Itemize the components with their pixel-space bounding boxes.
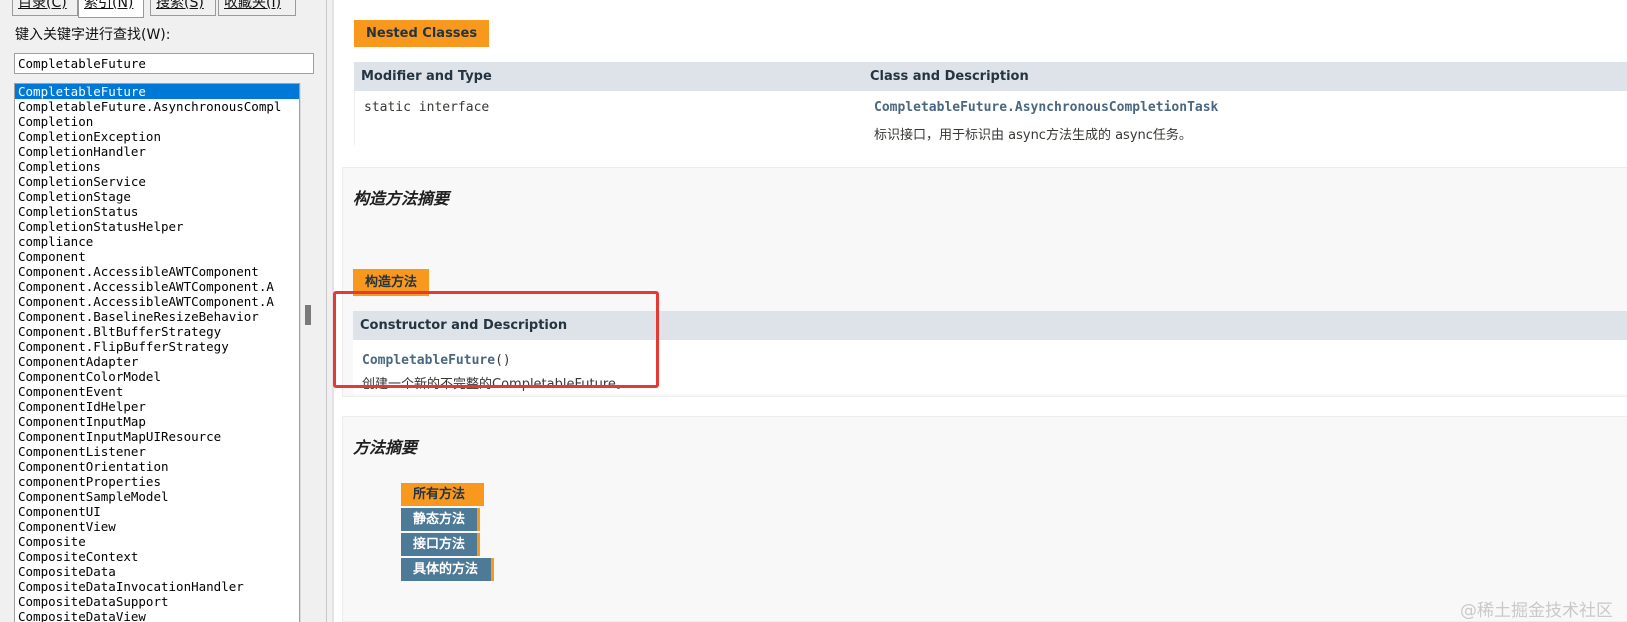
col-constructor-and-description: Constructor and Description — [360, 318, 568, 333]
list-item[interactable]: CompletionStatusHelper — [15, 219, 299, 234]
list-item[interactable]: Component.BaselineResizeBehavior — [15, 309, 299, 324]
list-item[interactable]: Component.AccessibleAWTComponent.A — [15, 294, 299, 309]
tab-contents[interactable]: 目录(C) — [12, 0, 78, 16]
constructor-table-header: Constructor and Description — [353, 311, 1627, 340]
list-item[interactable]: CompletableFuture — [15, 84, 299, 99]
help-tab-strip: 目录(C) 索引(N) 搜索(S) 收藏夹(I) — [0, 0, 300, 18]
list-item[interactable]: ComponentUI — [15, 504, 299, 519]
list-item[interactable]: ComponentEvent — [15, 384, 299, 399]
modifier-cell: static interface — [364, 100, 490, 115]
list-item[interactable]: ComponentInputMap — [15, 414, 299, 429]
list-item[interactable]: ComponentSampleModel — [15, 489, 299, 504]
list-item[interactable]: CompletionStatus — [15, 204, 299, 219]
tab-interface-methods[interactable]: 接口方法 — [401, 533, 480, 556]
list-item[interactable]: ComponentAdapter — [15, 354, 299, 369]
list-item[interactable]: CompletionStage — [15, 189, 299, 204]
list-item[interactable]: CompletableFuture.AsynchronousCompl — [15, 99, 299, 114]
list-item[interactable]: Completion — [15, 114, 299, 129]
constructor-signature: CompletableFuture() — [362, 349, 511, 368]
help-index-pane: 目录(C) 索引(N) 搜索(S) 收藏夹(I) 键入关键字进行查找(W): C… — [0, 0, 326, 622]
table-row: CompletableFuture() 创建一个新的不完整的Completabl… — [353, 340, 1627, 394]
tab-search[interactable]: 搜索(S) — [150, 0, 216, 16]
nested-classes-table-header: Modifier and Type Class and Description — [354, 62, 1627, 91]
list-item[interactable]: CompletionException — [15, 129, 299, 144]
list-item[interactable]: Component.BltBufferStrategy — [15, 324, 299, 339]
list-item[interactable]: Composite — [15, 534, 299, 549]
nested-class-description: 标识接口，用于标识由 async方法生成的 async任务。 — [874, 128, 1192, 143]
index-list[interactable]: CompletableFuture CompletableFuture.Async… — [14, 83, 300, 622]
tab-index[interactable]: 索引(N) — [78, 0, 144, 18]
list-item[interactable]: ComponentInputMapUIResource — [15, 429, 299, 444]
tab-concrete-methods[interactable]: 具体的方法 — [401, 558, 494, 581]
table-row: static interface CompletableFuture.Async… — [354, 91, 1627, 145]
list-item[interactable]: CompositeContext — [15, 549, 299, 564]
list-item[interactable]: ComponentListener — [15, 444, 299, 459]
list-item[interactable]: Component.AccessibleAWTComponent.A — [15, 279, 299, 294]
list-item[interactable]: Component — [15, 249, 299, 264]
index-list-scroll-thumb[interactable] — [305, 305, 311, 325]
list-item[interactable]: ComponentIdHelper — [15, 399, 299, 414]
keyword-input[interactable] — [14, 53, 314, 74]
method-summary-title: 方法摘要 — [353, 438, 418, 457]
nested-class-link[interactable]: CompletableFuture.AsynchronousCompletion… — [874, 100, 1218, 115]
constructor-parens: () — [495, 353, 511, 368]
tab-static-methods[interactable]: 静态方法 — [401, 508, 480, 531]
list-item[interactable]: CompletionHandler — [15, 144, 299, 159]
list-item[interactable]: CompositeDataInvocationHandler — [15, 579, 299, 594]
col-modifier-and-type: Modifier and Type — [361, 69, 492, 84]
constructor-summary-title: 构造方法摘要 — [353, 189, 450, 208]
col-class-and-description: Class and Description — [870, 69, 1029, 84]
list-item[interactable]: CompositeData — [15, 564, 299, 579]
index-list-scrollbar[interactable] — [300, 83, 314, 622]
keyword-search-label: 键入关键字进行查找(W): — [15, 27, 171, 43]
list-item[interactable]: CompositeDataSupport — [15, 594, 299, 609]
list-item[interactable]: CompositeDataView — [15, 609, 299, 622]
constructor-link[interactable]: CompletableFuture — [362, 353, 495, 368]
list-item[interactable]: ComponentColorModel — [15, 369, 299, 384]
tab-all-methods[interactable]: 所有方法 — [401, 483, 484, 506]
javadoc-content: Nested Classes Modifier and Type Class a… — [334, 0, 1627, 622]
list-item[interactable]: ComponentOrientation — [15, 459, 299, 474]
nested-classes-caption: Nested Classes — [354, 20, 490, 47]
constructor-description: 创建一个新的不完整的CompletableFuture。 — [362, 377, 629, 392]
method-summary-section: 方法摘要 所有方法 静态方法 接口方法 具体的方法 — [342, 416, 1627, 622]
watermark: @稀土掘金技术社区 — [1460, 601, 1613, 621]
tab-favorites[interactable]: 收藏夹(I) — [218, 0, 296, 16]
constructor-summary-section: 构造方法摘要 构造方法 Constructor and Description … — [342, 167, 1627, 397]
constructor-caption: 构造方法 — [353, 269, 430, 296]
list-item[interactable]: CompletionService — [15, 174, 299, 189]
list-item[interactable]: Component.AccessibleAWTComponent — [15, 264, 299, 279]
list-item[interactable]: ComponentView — [15, 519, 299, 534]
list-item[interactable]: Component.FlipBufferStrategy — [15, 339, 299, 354]
list-item[interactable]: compliance — [15, 234, 299, 249]
list-item[interactable]: Completions — [15, 159, 299, 174]
list-item[interactable]: componentProperties — [15, 474, 299, 489]
